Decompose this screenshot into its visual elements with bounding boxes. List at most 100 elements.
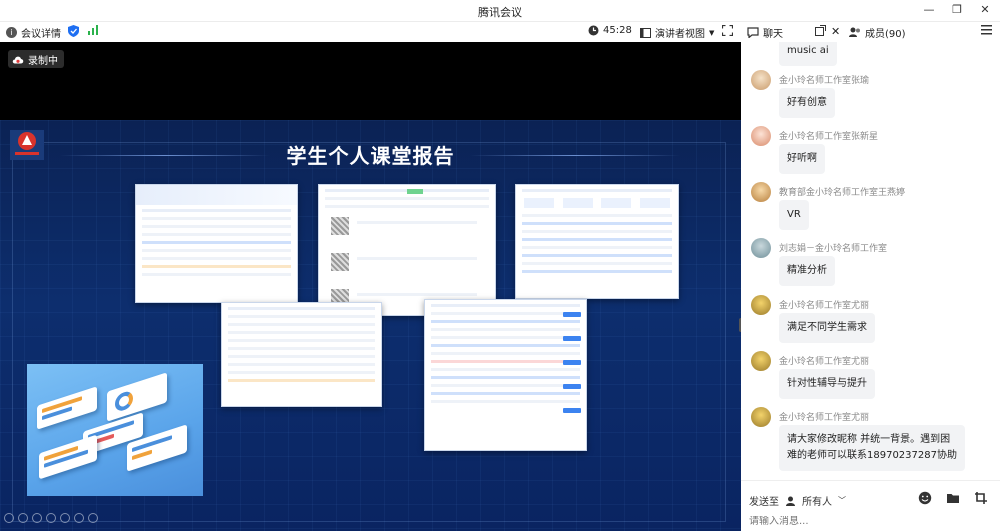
- more-menu-button[interactable]: [981, 25, 992, 35]
- message-bubble: 针对性辅导与提升: [779, 369, 875, 399]
- shot-line: [142, 249, 291, 252]
- avatar[interactable]: [751, 182, 771, 202]
- shot-line: [522, 189, 672, 192]
- screenshot-icon[interactable]: [974, 491, 988, 505]
- timer-value: 45:28: [603, 25, 632, 36]
- shot-button: [563, 360, 581, 365]
- report-screenshot-1: [135, 184, 298, 303]
- meeting-toolbar: i 会议详情 45:28 演讲者视图 ▼: [0, 22, 741, 42]
- shot-line: [431, 344, 580, 347]
- shot-line: [142, 209, 291, 212]
- fullscreen-icon: [722, 25, 733, 36]
- shot-line: [142, 265, 291, 268]
- shot-line: [228, 339, 375, 342]
- close-icon[interactable]: ✕: [978, 3, 992, 17]
- minimize-icon[interactable]: —: [922, 3, 936, 17]
- shot-line: [522, 254, 672, 257]
- recording-label: 录制中: [28, 55, 58, 67]
- message-bubble: 好听啊: [779, 144, 825, 174]
- slide-control-icon[interactable]: [74, 513, 84, 523]
- message-line: 请大家修改昵称 并统一背景。遇到困: [787, 434, 951, 445]
- shot-line: [228, 315, 375, 318]
- message-bubble: 请大家修改昵称 并统一背景。遇到困 难的老师可以联系18970237287协助: [779, 425, 965, 471]
- avatar[interactable]: [751, 351, 771, 371]
- shot-line: [325, 197, 489, 200]
- shot-line: [431, 368, 580, 371]
- members-icon: [849, 27, 860, 37]
- sender-name: 金小玲名师工作室尤丽: [779, 301, 870, 311]
- chat-message-list[interactable]: music ai 金小玲名师工作室张瑜 好有创意 金小玲名师工作室张新星 好听啊…: [741, 42, 1000, 480]
- restore-icon[interactable]: ❐: [950, 3, 964, 17]
- emoji-icon[interactable]: [918, 491, 932, 505]
- message-bubble: 满足不同学生需求: [779, 313, 875, 343]
- sender-name: 金小玲名师工作室张新星: [779, 132, 879, 142]
- shot-line: [431, 384, 580, 387]
- message-bubble: 精准分析: [779, 256, 835, 286]
- slide-control-icon[interactable]: [60, 513, 70, 523]
- shot-line: [228, 347, 375, 350]
- message-bubble: 好有创意: [779, 88, 835, 118]
- shot-line: [431, 328, 580, 331]
- message-input[interactable]: [749, 516, 989, 527]
- illus-donut: [115, 389, 133, 414]
- avatar[interactable]: [751, 70, 771, 90]
- hamburger-menu-icon: [981, 25, 992, 35]
- shared-screen-area[interactable]: 录制中 学生个人课堂报告: [0, 42, 741, 531]
- shot-line: [522, 270, 672, 273]
- avatar[interactable]: [751, 295, 771, 315]
- shot-line: [522, 230, 672, 233]
- window-controls: — ❐ ✕: [922, 3, 992, 17]
- shot-green-tag: [407, 189, 423, 194]
- shot-line: [142, 241, 291, 244]
- shot-line: [325, 205, 489, 208]
- slide-control-icon[interactable]: [46, 513, 56, 523]
- network-status[interactable]: [88, 25, 99, 35]
- shot-line: [228, 307, 375, 310]
- send-to-label: 发送至: [749, 497, 779, 508]
- illus-bar: [132, 449, 152, 461]
- shot-stat: [639, 198, 670, 208]
- shot-stat: [562, 198, 593, 208]
- shot-stats-row: [520, 198, 674, 208]
- folder-icon[interactable]: [946, 491, 960, 505]
- signal-bars-icon: [88, 25, 98, 35]
- sender-name: 刘志娟－金小玲名师工作室: [779, 244, 888, 254]
- security-shield-button[interactable]: [68, 25, 79, 37]
- slide-control-icon[interactable]: [32, 513, 42, 523]
- shot-line: [142, 257, 291, 260]
- shot-line: [228, 371, 375, 374]
- popout-chat-button[interactable]: [815, 25, 826, 36]
- shot-button: [563, 384, 581, 389]
- view-mode-dropdown[interactable]: 演讲者视图 ▼: [640, 25, 714, 40]
- meeting-timer: 45:28: [588, 25, 632, 36]
- meeting-info-label: 会议详情: [21, 29, 61, 40]
- meeting-info-button[interactable]: i 会议详情: [6, 25, 61, 40]
- slide-control-icon[interactable]: [88, 513, 98, 523]
- avatar[interactable]: [751, 126, 771, 146]
- fullscreen-button[interactable]: [722, 25, 733, 36]
- close-chat-button[interactable]: ✕: [831, 25, 840, 38]
- sender-name: 金小玲名师工作室尤丽: [779, 357, 870, 367]
- shot-line: [522, 222, 672, 225]
- send-to-selector[interactable]: 发送至 所有人 ﹀: [749, 493, 846, 508]
- shot-line: [228, 355, 375, 358]
- slide-control-icon[interactable]: [4, 513, 14, 523]
- avatar[interactable]: [751, 407, 771, 427]
- qr-thumbnail: [331, 217, 349, 235]
- side-panel-header: 聊天 ✕ 成员(90): [741, 22, 1000, 42]
- shot-stat: [524, 198, 555, 208]
- window-title: 腾讯会议: [478, 6, 522, 19]
- tab-members[interactable]: 成员(90): [849, 25, 906, 40]
- meeting-app: 腾讯会议 — ❐ ✕ i 会议详情 45:28 演讲者视图 ▼ 聊天 ✕ 成员(…: [0, 0, 1000, 531]
- shot-line: [431, 312, 580, 315]
- members-tab-label: 成员(90): [865, 29, 906, 40]
- message-composer: 发送至 所有人 ﹀: [741, 480, 1000, 531]
- isometric-illustration: [27, 364, 203, 496]
- shot-line: [431, 392, 580, 395]
- shot-line: [357, 221, 477, 224]
- avatar[interactable]: [751, 238, 771, 258]
- close-panel-icon: ✕: [831, 25, 841, 38]
- slide-control-icon[interactable]: [18, 513, 28, 523]
- tab-chat[interactable]: 聊天: [747, 25, 783, 40]
- shot-line: [142, 225, 291, 228]
